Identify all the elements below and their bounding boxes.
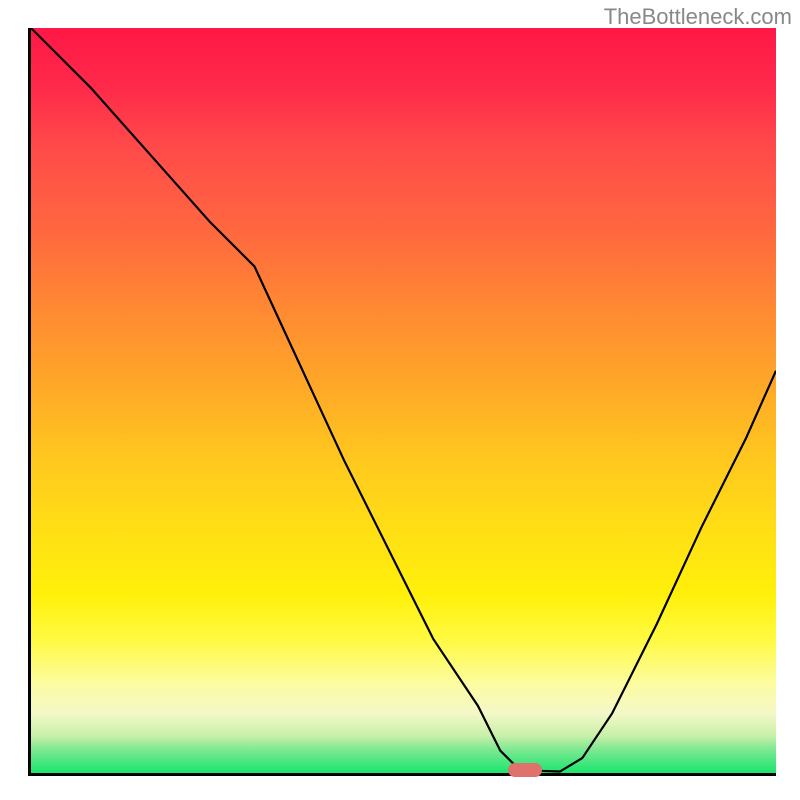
watermark-text: TheBottleneck.com bbox=[604, 4, 792, 30]
curve-svg bbox=[31, 28, 776, 773]
bottleneck-curve-line bbox=[31, 28, 776, 772]
chart-plot-area bbox=[28, 28, 776, 776]
optimal-point-marker bbox=[508, 763, 542, 777]
